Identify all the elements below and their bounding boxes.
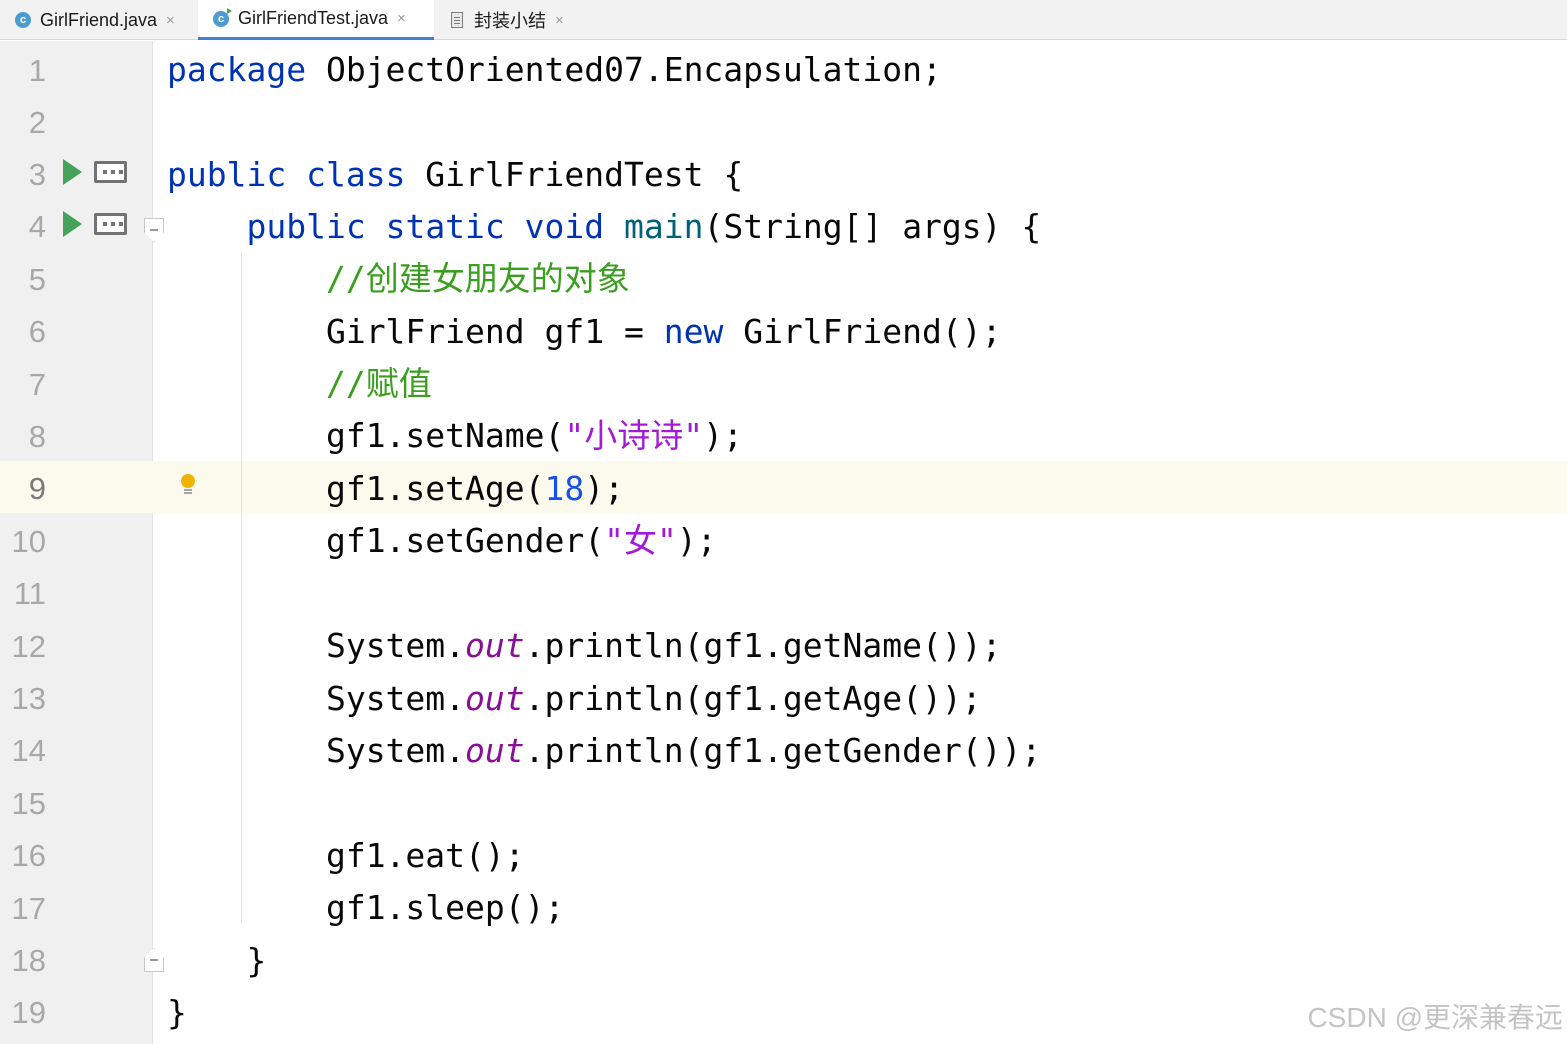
code-line-13: System.out.println(gf1.getAge()); bbox=[167, 673, 982, 725]
code-text: } bbox=[167, 993, 187, 1032]
run-class-icon[interactable] bbox=[63, 159, 82, 185]
line-number: 6 bbox=[28, 314, 46, 349]
code-line-3: public class GirlFriendTest { bbox=[167, 149, 743, 201]
comment: //创建女朋友的对象 bbox=[325, 259, 630, 298]
tab-label: 封装小结 bbox=[474, 11, 546, 31]
debug-icon[interactable] bbox=[94, 161, 127, 183]
code-text: .println(gf1.getAge()); bbox=[524, 679, 982, 718]
close-icon[interactable]: × bbox=[166, 12, 175, 29]
line-number: 18 bbox=[11, 943, 46, 978]
code-line-6: GirlFriend gf1 = new GirlFriend(); bbox=[167, 306, 1002, 358]
code-line-10: gf1.setGender("女"); bbox=[167, 515, 717, 567]
line-number: 8 bbox=[28, 419, 46, 454]
line-number: 2 bbox=[28, 105, 46, 140]
static-field: out bbox=[465, 679, 525, 718]
code-line-19: } bbox=[167, 987, 187, 1039]
code-text: GirlFriendTest { bbox=[405, 155, 744, 194]
static-field: out bbox=[465, 626, 525, 665]
code-line-12: System.out.println(gf1.getName()); bbox=[167, 620, 1002, 672]
keyword: package bbox=[167, 50, 307, 89]
code-text: gf1.setName( bbox=[325, 416, 565, 455]
watermark: CSDN @更深兼春远 bbox=[1307, 1002, 1563, 1033]
keyword: void bbox=[524, 207, 605, 246]
method-name: main bbox=[624, 207, 704, 246]
tab-label: GirlFriend.java bbox=[40, 9, 158, 30]
line-number: 19 bbox=[11, 995, 46, 1030]
code-text: } bbox=[246, 941, 267, 980]
code-line-9: gf1.setAge(18); bbox=[167, 463, 624, 515]
line-number: 5 bbox=[28, 262, 46, 297]
close-icon[interactable]: × bbox=[555, 12, 564, 29]
code-text: (String[] args) { bbox=[703, 207, 1042, 246]
code-text: System. bbox=[325, 626, 466, 665]
line-number: 4 bbox=[28, 209, 46, 244]
debug-icon[interactable] bbox=[94, 213, 127, 235]
run-main-icon[interactable] bbox=[63, 211, 82, 237]
code-line-1: package ObjectOriented07.Encapsulation; bbox=[167, 44, 942, 96]
editor-gutter[interactable]: 1 2 3 4 5 6 7 8 9 10 11 12 13 14 15 16 1… bbox=[0, 41, 164, 1044]
tab-girlfriend-java[interactable]: c GirlFriend.java × bbox=[0, 0, 198, 40]
code-text: gf1.setGender( bbox=[325, 521, 605, 560]
line-number: 1 bbox=[28, 53, 46, 88]
code-line-8: gf1.setName("小诗诗"); bbox=[167, 410, 743, 462]
code-text: gf1.setAge( bbox=[325, 469, 545, 508]
keyword: new bbox=[663, 312, 724, 351]
comment: //赋值 bbox=[325, 364, 432, 403]
code-text: .println(gf1.getGender()); bbox=[524, 731, 1042, 770]
tab-encapsulation-summary[interactable]: 封装小结 × bbox=[434, 0, 584, 40]
code-text: ); bbox=[703, 416, 743, 455]
code-line-14: System.out.println(gf1.getGender()); bbox=[167, 725, 1041, 777]
keyword: class bbox=[306, 155, 406, 194]
code-line-16: gf1.eat(); bbox=[167, 830, 525, 882]
line-number: 17 bbox=[11, 891, 46, 926]
code-line-18: } bbox=[167, 935, 266, 987]
class-icon: c bbox=[14, 11, 32, 29]
line-number: 16 bbox=[11, 838, 46, 873]
close-icon[interactable]: × bbox=[397, 10, 406, 27]
number-literal: 18 bbox=[544, 469, 585, 508]
code-line-5: //创建女朋友的对象 bbox=[167, 253, 630, 305]
code-line-4: public static void main(String[] args) { bbox=[167, 201, 1041, 253]
line-number: 10 bbox=[11, 524, 46, 559]
code-text: ObjectOriented07.Encapsulation; bbox=[306, 50, 942, 89]
editor-tab-bar: c GirlFriend.java × c GirlFriendTest.jav… bbox=[0, 0, 1567, 40]
line-number: 13 bbox=[11, 681, 46, 716]
code-text: GirlFriend gf1 = bbox=[325, 312, 664, 351]
text-file-icon bbox=[448, 11, 466, 29]
line-number: 9 bbox=[28, 471, 46, 506]
line-number: 12 bbox=[11, 629, 46, 664]
code-text: ); bbox=[584, 469, 624, 508]
code-text: GirlFriend(); bbox=[723, 312, 1002, 351]
code-editor[interactable]: package ObjectOriented07.Encapsulation; … bbox=[153, 41, 1567, 1044]
code-line-7: //赋值 bbox=[167, 358, 432, 410]
code-text: gf1.sleep(); bbox=[325, 888, 565, 927]
keyword: public bbox=[167, 155, 287, 194]
line-number: 11 bbox=[13, 576, 46, 611]
code-text: ); bbox=[676, 521, 717, 560]
runnable-class-icon: c bbox=[212, 7, 232, 28]
lightbulb-icon[interactable] bbox=[181, 474, 195, 494]
code-text: System. bbox=[325, 679, 466, 718]
code-text: .println(gf1.getName()); bbox=[524, 626, 1002, 665]
code-line-17: gf1.sleep(); bbox=[167, 882, 564, 934]
tab-label: GirlFriendTest.java bbox=[238, 8, 389, 28]
line-number: 14 bbox=[11, 733, 46, 768]
tab-girlfriendtest-java[interactable]: c GirlFriendTest.java × bbox=[198, 0, 434, 40]
line-number: 3 bbox=[28, 157, 46, 192]
static-field: out bbox=[465, 731, 525, 770]
string-literal: "女" bbox=[604, 521, 677, 560]
string-literal: "小诗诗" bbox=[564, 416, 704, 455]
line-number: 7 bbox=[28, 367, 46, 402]
keyword: static bbox=[385, 207, 505, 246]
code-text: gf1.eat(); bbox=[325, 836, 525, 875]
code-text: System. bbox=[325, 731, 466, 770]
line-number: 15 bbox=[11, 786, 46, 821]
keyword: public bbox=[246, 207, 366, 246]
